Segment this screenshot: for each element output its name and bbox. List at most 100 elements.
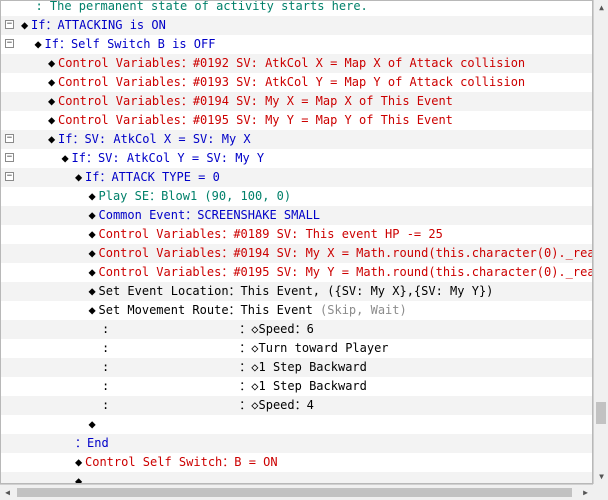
command-row[interactable]: ◆ Set Event Location：This Event, ({SV: My… — [1, 282, 592, 301]
command-row[interactable]: : The permanent state of activity starts… — [1, 0, 592, 16]
collapse-toggle-icon[interactable]: − — [5, 39, 14, 48]
command-content: ◆ Control Variables：#0189 SV: This event … — [89, 225, 443, 244]
command-text: : ：◇Turn toward Player — [102, 341, 389, 355]
diamond-icon: ◆ — [48, 132, 56, 146]
command-text: Control Variables：#0194 SV: My X = Map X… — [58, 94, 453, 108]
diamond-icon: ◆ — [88, 246, 96, 260]
command-row[interactable]: : ：◇1 Step Backward — [1, 358, 592, 377]
collapse-toggle-icon[interactable]: − — [5, 153, 14, 162]
command-content: : ：◇1 Step Backward — [102, 358, 367, 377]
command-row[interactable]: − ◆ If：SV: AtkCol Y = SV: My Y — [1, 149, 592, 168]
command-text: : The permanent state of activity starts… — [21, 0, 368, 13]
diamond-icon: ◆ — [48, 113, 56, 127]
diamond-icon: ◆ — [75, 170, 83, 184]
command-text: ：End — [75, 436, 109, 450]
horizontal-scrollbar[interactable]: ◀ ▶ — [0, 484, 593, 500]
command-text: Control Variables：#0195 SV: My Y = Math.… — [98, 265, 593, 279]
command-text: If：Self Switch B is OFF — [44, 37, 216, 51]
command-text: Control Variables：#0195 SV: My Y = Map Y… — [58, 113, 453, 127]
scroll-left-arrow-icon[interactable]: ◀ — [0, 485, 15, 500]
diamond-icon: ◆ — [88, 417, 96, 431]
command-text: If：ATTACKING is ON — [31, 18, 166, 32]
command-row[interactable]: : ：◇Turn toward Player — [1, 339, 592, 358]
diamond-icon: ◆ — [48, 56, 56, 70]
diamond-icon: ◆ — [88, 265, 96, 279]
event-command-list[interactable]: : The permanent state of activity starts… — [0, 0, 593, 484]
command-row[interactable]: − ◆ If：ATTACK TYPE = 0 — [1, 168, 592, 187]
command-content: ◆ Control Variables：#0193 SV: AtkCol Y = … — [48, 73, 525, 92]
command-text: Set Event Location：This Event, ({SV: My … — [98, 284, 494, 298]
command-content: ◆ Control Variables：#0192 SV: AtkCol X = … — [48, 54, 525, 73]
command-text: : ：◇Speed：6 — [102, 322, 314, 336]
command-row[interactable]: : ：◇Speed：4 — [1, 396, 592, 415]
command-row[interactable]: ◆ Control Variables：#0194 SV: My X = Map … — [1, 92, 592, 111]
command-row[interactable]: ◆ Play SE：Blow1 (90, 100, 0) — [1, 187, 592, 206]
scroll-down-arrow-icon[interactable]: ▼ — [594, 469, 608, 484]
command-row[interactable]: − ◆ If：Self Switch B is OFF — [1, 35, 592, 54]
command-row[interactable]: ◆ Control Variables：#0192 SV: AtkCol X = … — [1, 54, 592, 73]
command-content: ◆ Control Variables：#0195 SV: My Y = Math… — [88, 263, 593, 282]
command-row[interactable]: ◆ Control Variables：#0195 SV: My Y = Map … — [1, 111, 592, 130]
command-row[interactable]: ◆ Set Movement Route：This Event (Skip, Wa… — [1, 301, 592, 320]
command-content: ◆ Common Event：SCREENSHAKE SMALL — [89, 206, 321, 225]
command-row[interactable]: ◆ Control Variables：#0194 SV: My X = Math… — [1, 244, 592, 263]
command-content: ◆ Set Event Location：This Event, ({SV: My… — [89, 282, 494, 301]
diamond-icon: ◆ — [88, 303, 96, 317]
command-row[interactable]: ◆ — [1, 415, 592, 434]
command-row[interactable]: ：End — [1, 434, 592, 453]
diamond-icon: ◆ — [88, 227, 96, 241]
diamond-icon: ◆ — [48, 94, 56, 108]
collapse-toggle-icon[interactable]: − — [5, 172, 14, 181]
command-content: : ：◇Turn toward Player — [102, 339, 389, 358]
command-row[interactable]: ◆ — [1, 472, 592, 484]
command-content: ◆ — [89, 415, 99, 434]
command-content: ◆ Control Variables：#0194 SV: My X = Math… — [88, 244, 593, 263]
command-content: ：End — [75, 434, 109, 453]
command-text: If：ATTACK TYPE = 0 — [85, 170, 220, 184]
command-content: ◆ If：SV: AtkCol Y = SV: My Y — [62, 149, 265, 168]
command-row[interactable]: ◆ Common Event：SCREENSHAKE SMALL — [1, 206, 592, 225]
command-text: : ：◇1 Step Backward — [102, 379, 367, 393]
collapse-toggle-icon[interactable]: − — [5, 20, 14, 29]
command-text: Common Event：SCREENSHAKE SMALL — [98, 208, 321, 222]
command-text: Set Movement Route：This Event — [98, 303, 321, 317]
diamond-icon: ◆ — [61, 151, 69, 165]
command-text: Control Variables：#0193 SV: AtkCol Y = M… — [58, 75, 526, 89]
command-row[interactable]: ◆ Control Variables：#0193 SV: AtkCol Y = … — [1, 73, 592, 92]
command-text: : ：◇1 Step Backward — [102, 360, 367, 374]
command-row[interactable]: − ◆ If：ATTACKING is ON — [1, 16, 592, 35]
diamond-icon: ◆ — [21, 18, 29, 32]
diamond-icon: ◆ — [88, 284, 96, 298]
command-content: : The permanent state of activity starts… — [21, 0, 368, 16]
scrollbar-corner — [593, 484, 608, 500]
command-content: ◆ Control Variables：#0194 SV: My X = Map … — [48, 92, 453, 111]
diamond-icon: ◆ — [48, 75, 56, 89]
command-row[interactable]: ◆ Control Variables：#0189 SV: This event … — [1, 225, 592, 244]
diamond-icon: ◆ — [75, 455, 83, 469]
command-content: ◆ Play SE：Blow1 (90, 100, 0) — [89, 187, 292, 206]
command-row[interactable]: : ：◇1 Step Backward — [1, 377, 592, 396]
command-content: ◆ If：ATTACKING is ON — [21, 16, 166, 35]
collapse-toggle-icon[interactable]: − — [5, 134, 14, 143]
command-row[interactable]: : ：◇Speed：6 — [1, 320, 592, 339]
command-text: Control Self Switch：B = ON — [85, 455, 278, 469]
command-content: ◆ If：Self Switch B is OFF — [35, 35, 216, 54]
command-content: ◆ If：SV: AtkCol X = SV: My X — [48, 130, 251, 149]
diamond-icon: ◆ — [75, 474, 83, 484]
vertical-scrollbar[interactable]: ▲ ▼ — [593, 0, 608, 484]
vertical-scroll-thumb[interactable] — [596, 402, 606, 424]
horizontal-scroll-thumb[interactable] — [17, 488, 572, 497]
command-text: Control Variables：#0189 SV: This event H… — [98, 227, 443, 241]
command-text: If：SV: AtkCol X = SV: My X — [58, 132, 251, 146]
command-text: : ：◇Speed：4 — [102, 398, 314, 412]
command-content: : ：◇1 Step Backward — [102, 377, 367, 396]
command-row[interactable]: − ◆ If：SV: AtkCol X = SV: My X — [1, 130, 592, 149]
scroll-right-arrow-icon[interactable]: ▶ — [578, 485, 593, 500]
diamond-icon: ◆ — [34, 37, 42, 51]
command-content: ◆ Control Variables：#0195 SV: My Y = Map … — [48, 111, 453, 130]
command-row[interactable]: ◆ Control Variables：#0195 SV: My Y = Math… — [1, 263, 593, 282]
command-content: ◆ If：ATTACK TYPE = 0 — [75, 168, 220, 187]
diamond-icon: ◆ — [88, 189, 96, 203]
command-row[interactable]: ◆ Control Self Switch：B = ON — [1, 453, 592, 472]
scroll-up-arrow-icon[interactable]: ▲ — [594, 0, 608, 15]
